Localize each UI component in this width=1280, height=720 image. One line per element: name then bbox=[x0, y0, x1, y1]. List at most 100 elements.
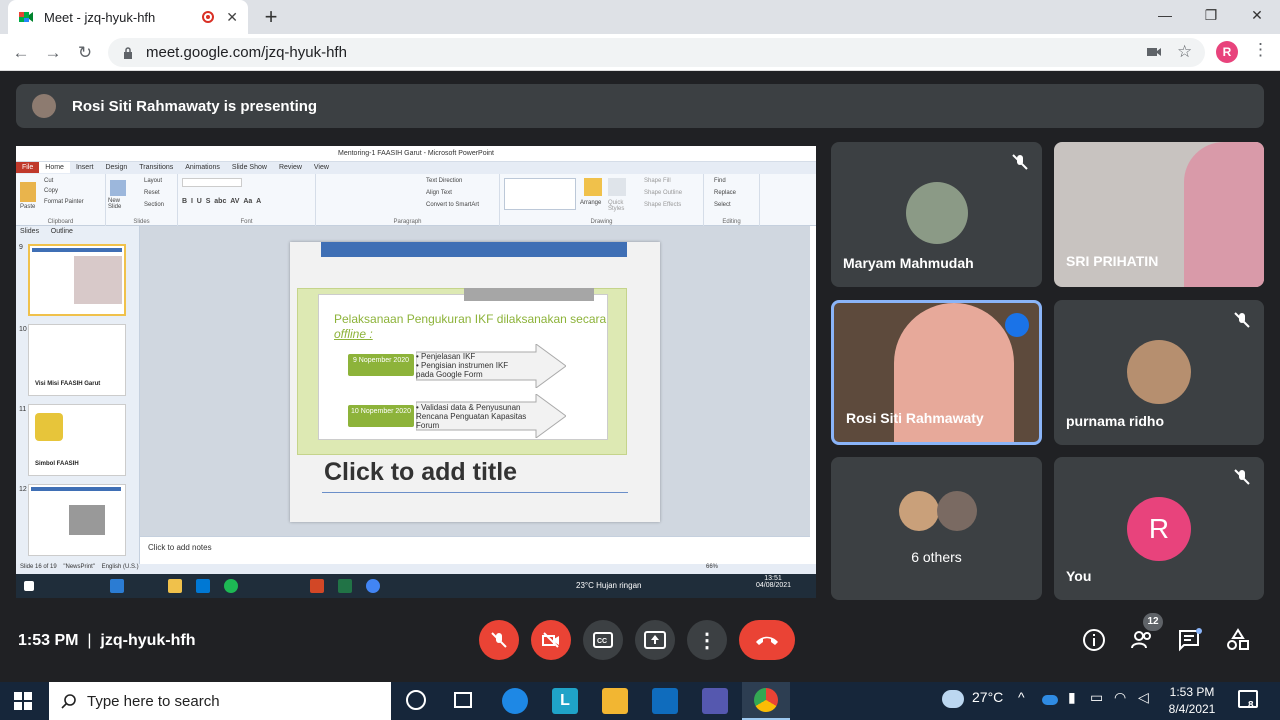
recording-icon bbox=[202, 11, 215, 23]
outlook-icon[interactable] bbox=[652, 688, 678, 714]
row1-bullet: Pengisian instrumen IKF pada Google Form bbox=[416, 361, 509, 379]
leave-call-button[interactable] bbox=[739, 620, 795, 660]
ribbon-section: Section bbox=[144, 202, 165, 208]
speaking-indicator-icon bbox=[1005, 313, 1029, 337]
file-explorer-icon[interactable] bbox=[602, 688, 628, 714]
thumb-number: 10 bbox=[19, 326, 27, 333]
title-underline bbox=[322, 492, 628, 493]
shared-date: 04/08/2021 bbox=[756, 582, 792, 589]
ribbon-reset: Reset bbox=[144, 190, 160, 196]
ribbon-paragraph: Text Direction Align Text Convert to Sma… bbox=[316, 174, 500, 226]
edge-taskbar-icon[interactable] bbox=[502, 688, 528, 714]
cortana-icon[interactable] bbox=[406, 690, 426, 710]
people-icon[interactable] bbox=[1130, 628, 1154, 652]
forward-icon[interactable]: → bbox=[42, 42, 64, 64]
url-bar[interactable]: meet.google.com/jzq-hyuk-hfh bbox=[108, 38, 1205, 67]
people-count-badge: 12 bbox=[1143, 613, 1163, 631]
meeting-info: 1:53 PM | jzq-hyuk-hfh bbox=[18, 632, 196, 650]
captions-icon: CC bbox=[593, 632, 613, 648]
more-options-button[interactable]: ⋮ bbox=[687, 620, 727, 660]
search-icon bbox=[61, 694, 76, 709]
lync-taskbar-icon[interactable]: L bbox=[552, 688, 578, 714]
search-placeholder: Type here to search bbox=[87, 692, 220, 710]
camera-blocked-icon[interactable] bbox=[1146, 45, 1162, 59]
presenting-text: Rosi Siti Rahmawaty is presenting bbox=[72, 97, 318, 115]
camera-toggle-button[interactable] bbox=[531, 620, 571, 660]
ribbon-shape-outline: Shape Outline bbox=[644, 190, 683, 196]
taskbar-clock[interactable]: 1:53 PM 8/4/2021 bbox=[1164, 684, 1220, 718]
taskbar-temp[interactable]: 27°C bbox=[972, 689, 1003, 705]
ppt-ribbon-tabs: File Home Insert Design Transitions Animation… bbox=[16, 162, 816, 174]
taskbar-search-box[interactable]: Type here to search bbox=[49, 682, 391, 720]
minimize-button[interactable]: — bbox=[1142, 0, 1188, 34]
restore-button[interactable]: ❐ bbox=[1188, 0, 1234, 34]
present-icon bbox=[644, 631, 666, 649]
participant-tile-sri[interactable]: SRI PRIHATIN bbox=[1054, 142, 1264, 287]
mic-off-icon bbox=[491, 632, 507, 648]
browser-tab-meet[interactable]: Meet - jzq-hyuk-hfh ✕ bbox=[8, 0, 248, 34]
reload-icon[interactable]: ↻ bbox=[74, 42, 96, 64]
activities-icon[interactable] bbox=[1226, 628, 1250, 652]
weather-icon[interactable] bbox=[942, 690, 964, 708]
ppt-tab-view: View bbox=[313, 164, 329, 171]
ribbon-font-label: Font bbox=[240, 219, 253, 225]
slide: Pelaksanaan Pengukuran IKF dilaksanakan … bbox=[290, 242, 660, 522]
row2-bullet: Validasi data & Penyusunan Rencana Pengu… bbox=[416, 403, 527, 430]
teams-icon[interactable] bbox=[702, 688, 728, 714]
task-view-icon[interactable] bbox=[454, 692, 472, 708]
ribbon-format-painter: Format Painter bbox=[44, 199, 84, 205]
avatar bbox=[899, 491, 939, 531]
slide-thumbnail: Visi Misi FAASIH Garut bbox=[28, 324, 126, 396]
close-tab-icon[interactable]: ✕ bbox=[226, 9, 238, 26]
you-avatar: R bbox=[1127, 497, 1191, 561]
profile-avatar[interactable]: R bbox=[1216, 41, 1238, 63]
participant-tile-purnama[interactable]: purnama ridho bbox=[1054, 300, 1264, 445]
participant-name: Rosi Siti Rahmawaty bbox=[846, 410, 984, 426]
ppt-window-title: Mentoring-1 FAASIH Garut - Microsoft Pow… bbox=[16, 146, 816, 162]
captions-button[interactable]: CC bbox=[583, 620, 623, 660]
participant-tile-others[interactable]: 6 others bbox=[831, 457, 1042, 600]
ribbon-clipboard-label: Clipboard bbox=[47, 219, 74, 225]
slide-band bbox=[321, 242, 627, 257]
ribbon-editing: Find Replace Select Editing bbox=[704, 174, 760, 226]
panel-tab-outline: Outline bbox=[50, 228, 73, 235]
shared-clock: 13:51 04/08/2021 bbox=[756, 575, 792, 589]
new-tab-button[interactable]: + bbox=[258, 4, 284, 30]
windows-start-icon[interactable] bbox=[14, 692, 32, 710]
date-pill-2: 10 Nopember 2020 bbox=[348, 405, 414, 427]
bookmark-star-icon[interactable]: ☆ bbox=[1177, 42, 1192, 62]
ribbon-clipboard: Paste Cut Copy Format Painter Clipboard bbox=[16, 174, 106, 226]
participant-tile-you[interactable]: R You bbox=[1054, 457, 1264, 600]
chrome-taskbar-active[interactable] bbox=[742, 682, 790, 720]
chat-icon[interactable] bbox=[1178, 628, 1202, 652]
row1-bullet: Penjelasan IKF bbox=[421, 352, 476, 361]
meeting-time: 1:53 PM bbox=[18, 632, 79, 649]
meeting-details-icon[interactable] bbox=[1082, 628, 1106, 652]
thumb-number: 11 bbox=[19, 406, 27, 413]
present-button[interactable] bbox=[635, 620, 675, 660]
battery-icon[interactable]: ▭ bbox=[1090, 689, 1103, 706]
ribbon-align-text: Align Text bbox=[426, 190, 452, 196]
close-window-button[interactable]: ✕ bbox=[1234, 0, 1280, 34]
tray-chevron-icon[interactable]: ^ bbox=[1018, 689, 1025, 705]
participant-tile-maryam[interactable]: Maryam Mahmudah bbox=[831, 142, 1042, 287]
back-icon[interactable]: ← bbox=[10, 42, 32, 64]
mic-toggle-button[interactable] bbox=[479, 620, 519, 660]
ribbon-drawing-label: Drawing bbox=[590, 219, 613, 225]
meet-favicon-icon bbox=[18, 9, 34, 25]
slide-thumbnail bbox=[28, 484, 126, 556]
ribbon-slides-label: Slides bbox=[133, 219, 150, 225]
chrome-menu-icon[interactable]: ⋮ bbox=[1252, 40, 1269, 60]
address-bar-row: ← → ↻ meet.google.com/jzq-hyuk-hfh ☆ ⋮ bbox=[0, 34, 1280, 71]
ribbon-drawing: Arrange Quick Styles Shape Fill Shape Ou… bbox=[500, 174, 704, 226]
onedrive-icon[interactable] bbox=[1042, 695, 1058, 705]
mic-off-icon bbox=[1234, 469, 1250, 485]
hang-up-icon bbox=[756, 636, 778, 645]
meeting-separator: | bbox=[87, 632, 92, 649]
mic-tray-icon[interactable]: ▮ bbox=[1068, 689, 1076, 706]
volume-icon[interactable]: ◁ bbox=[1138, 689, 1149, 706]
wifi-icon[interactable]: ◠ bbox=[1114, 689, 1126, 706]
status-theme: "NewsPrint" bbox=[63, 564, 95, 570]
participant-tile-rosi[interactable]: Rosi Siti Rahmawaty bbox=[831, 300, 1042, 445]
shared-windows-taskbar: 23°C Hujan ringan 13:51 04/08/2021 bbox=[16, 574, 816, 598]
